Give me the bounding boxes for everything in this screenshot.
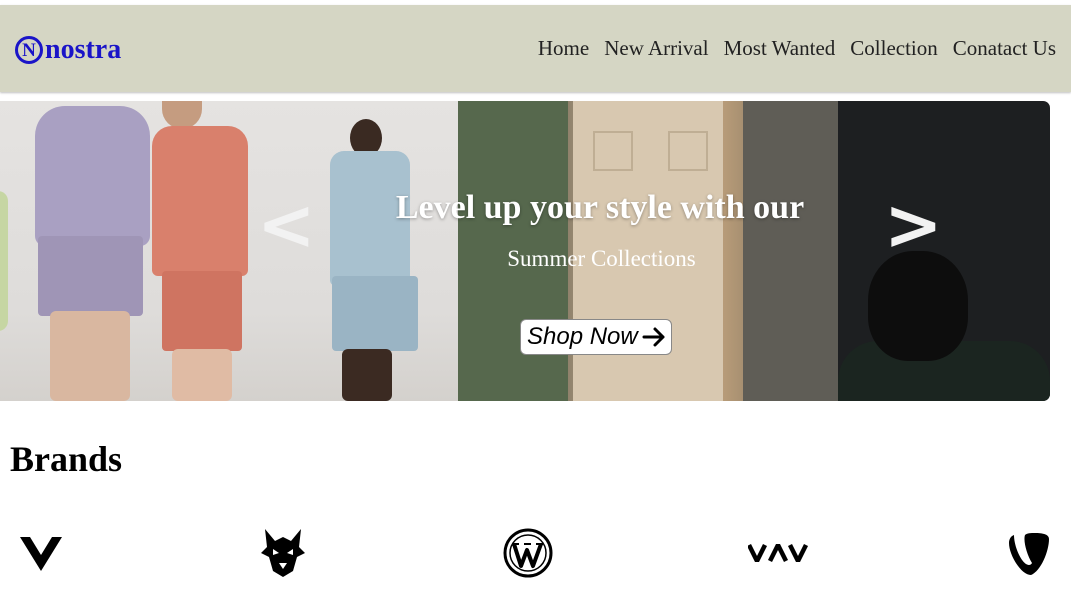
shop-now-label: Shop Now — [527, 323, 638, 350]
logo-text: nostra — [45, 34, 122, 65]
vav-brand-icon — [746, 526, 814, 580]
brands-heading: Brands — [10, 439, 123, 479]
nav-contact-link[interactable]: Conatact Us — [953, 36, 1056, 61]
logo[interactable]: N nostra — [15, 33, 121, 67]
navbar: N nostra Home New Arrival Most Wanted Co… — [0, 5, 1071, 92]
v-brand-icon — [15, 526, 67, 580]
hero-title: Level up your style with our — [395, 189, 805, 226]
wolf-brand-icon — [255, 526, 311, 580]
nav-most-wanted-link[interactable]: Most Wanted — [724, 36, 836, 61]
hero-carousel: < > Level up your style with our Summer … — [0, 101, 1050, 401]
nav-collection-link[interactable]: Collection — [850, 36, 938, 61]
nav-new-arrival-link[interactable]: New Arrival — [604, 36, 708, 61]
nav-links: Home New Arrival Most Wanted Collection … — [538, 36, 1056, 61]
shop-now-button[interactable]: Shop Now — [520, 319, 672, 355]
logo-mark-icon: N — [15, 36, 43, 64]
nav-home-link[interactable]: Home — [538, 36, 589, 61]
hero-subtitle: Summer Collections — [507, 246, 696, 271]
typo3-icon — [1002, 526, 1054, 580]
arrow-right-icon — [642, 327, 665, 347]
wordpress-icon — [502, 526, 554, 580]
